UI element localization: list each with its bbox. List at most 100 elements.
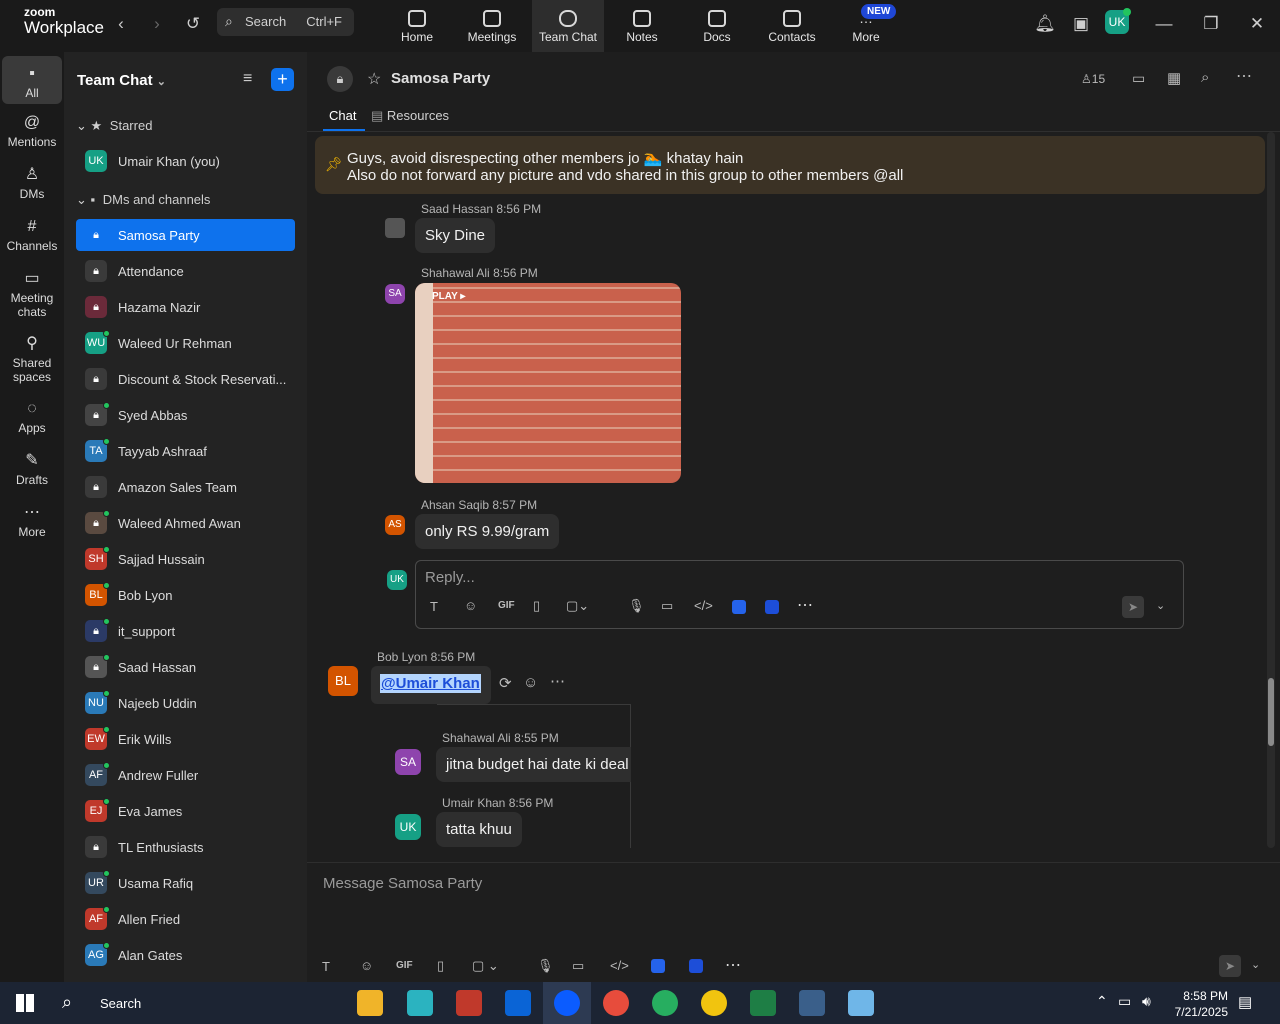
excel-icon[interactable] — [750, 990, 776, 1016]
sidebar-item[interactable]: BL Bob Lyon — [76, 579, 295, 611]
search-box[interactable]: ⌕ Search Ctrl+F — [217, 8, 354, 36]
more-dots-icon[interactable]: ⋯ — [550, 672, 565, 690]
rail-mentions[interactable]: @ Mentions — [2, 114, 62, 149]
file-icon[interactable]: ▯ — [437, 958, 444, 974]
outlook-icon[interactable] — [505, 990, 531, 1016]
members-button[interactable]: ♙15 — [1081, 72, 1105, 86]
sidebar-title[interactable]: Team Chat ⌄ — [77, 72, 166, 89]
sidebar-item[interactable]: TA Tayyab Ashraaf — [76, 435, 295, 467]
app-icon[interactable] — [732, 600, 746, 614]
close-icon[interactable]: ✕ — [1245, 12, 1269, 36]
video-message-icon[interactable]: ▭ — [661, 598, 673, 614]
gif-button[interactable]: GIF — [396, 960, 413, 971]
video-thumbnail[interactable]: PLAY ▸ — [415, 283, 681, 483]
nav-home[interactable]: Home — [381, 0, 453, 52]
chrome-icon[interactable] — [652, 990, 678, 1016]
sidebar-item[interactable]: 🔒︎ Samosa Party — [76, 219, 295, 251]
screenshot-icon[interactable]: ▢⌄ — [566, 598, 589, 614]
send-icon[interactable]: ➤ — [1122, 596, 1144, 618]
rail-all[interactable]: ▪ All — [2, 56, 62, 104]
channel-title[interactable]: Samosa Party — [391, 70, 490, 87]
zoom-icon[interactable] — [554, 990, 580, 1016]
gif-button[interactable]: GIF — [498, 600, 515, 611]
send-icon[interactable]: ➤ — [1219, 955, 1241, 977]
mention-link[interactable]: @Umair Khan — [380, 674, 481, 693]
chevron-down-icon[interactable]: ⌄ — [1251, 958, 1260, 971]
search-icon[interactable]: ⌕ — [1201, 69, 1209, 86]
add-reaction-icon[interactable]: ☺ — [523, 674, 538, 691]
sidebar-item[interactable]: SH Sajjad Hussain — [76, 543, 295, 575]
chrome-icon[interactable] — [701, 990, 727, 1016]
chevron-down-icon[interactable]: ⌄ — [1156, 599, 1165, 612]
sidebar-item[interactable]: 🔒︎ it_support — [76, 615, 295, 647]
sidebar-item[interactable]: EJ Eva James — [76, 795, 295, 827]
network-icon[interactable]: ▭ — [1118, 993, 1131, 1010]
rail-meeting-chats[interactable]: ▭ Meeting chats — [2, 270, 62, 319]
sidebar-item[interactable]: AF Andrew Fuller — [76, 759, 295, 791]
microphone-icon[interactable]: 🎙︎ — [628, 598, 645, 614]
dms-section-header[interactable]: ⌄ ▪ DMs and channels — [76, 192, 210, 208]
emoji-icon[interactable]: ☺ — [464, 598, 477, 613]
file-explorer-icon[interactable] — [357, 990, 383, 1016]
tab-chat[interactable]: Chat — [329, 108, 356, 123]
sidebar-item[interactable]: 🔒︎ TL Enthusiasts — [76, 831, 295, 863]
notification-icon[interactable]: ▤ — [1238, 993, 1252, 1011]
file-icon[interactable]: ▯ — [533, 598, 540, 614]
new-chat-button[interactable]: + — [271, 68, 294, 91]
history-icon[interactable]: ↺ — [181, 12, 205, 36]
sidebar-item[interactable]: AG Alan Gates — [76, 939, 295, 971]
sidebar-item[interactable]: AF Allen Fried — [76, 903, 295, 935]
sidebar-item[interactable]: EW Erik Wills — [76, 723, 295, 755]
code-icon[interactable]: </> — [610, 958, 629, 973]
screenshot-icon[interactable]: ▢ ⌄ — [472, 958, 499, 974]
more-dots-icon[interactable]: ⋯ — [1236, 66, 1252, 86]
sidebar-item[interactable]: 🔒︎ Saad Hassan — [76, 651, 295, 683]
video-message-icon[interactable]: ▭ — [572, 958, 584, 974]
calendar-icon[interactable]: ▦ — [1167, 69, 1181, 87]
sidebar-item[interactable]: 🔒︎ Amazon Sales Team — [76, 471, 295, 503]
tab-resources[interactable]: ▤ Resources — [371, 108, 449, 124]
restore-icon[interactable]: ❐ — [1199, 12, 1223, 36]
rail-dms[interactable]: ♙ DMs — [2, 166, 62, 201]
starred-section-header[interactable]: ⌄ ★ Starred — [76, 118, 152, 134]
video-call-icon[interactable]: ▭ — [1132, 70, 1145, 87]
app-icon[interactable] — [651, 959, 665, 973]
sidebar-item[interactable]: 🔒︎ Discount & Stock Reservati... — [76, 363, 295, 395]
more-dots-icon[interactable]: ⋯ — [725, 955, 741, 975]
bell-icon[interactable]: 🔔︎ — [1033, 12, 1057, 36]
volume-icon[interactable]: 🔊︎ — [1142, 993, 1151, 1010]
scrollbar-thumb[interactable] — [1268, 678, 1274, 746]
text-format-icon[interactable]: T — [322, 959, 330, 974]
sidebar-item[interactable]: 🔒︎ Hazama Nazir — [76, 291, 295, 323]
starred-item-umair-khan[interactable]: UK Umair Khan (you) — [76, 145, 295, 177]
code-icon[interactable]: </> — [694, 598, 713, 613]
more-dots-icon[interactable]: ⋯ — [797, 595, 813, 615]
rail-shared-spaces[interactable]: ⚲ Shared spaces — [2, 335, 62, 384]
reply-thread-icon[interactable]: ⟳ — [499, 674, 512, 692]
star-outline-icon[interactable]: ☆ — [367, 69, 381, 89]
sidebar-item[interactable]: 🔒︎ Waleed Ahmed Awan — [76, 507, 295, 539]
minimize-icon[interactable]: — — [1152, 12, 1176, 36]
taskbar-search[interactable]: Search — [100, 996, 141, 1011]
back-arrow-icon[interactable]: ‹ — [109, 12, 133, 36]
rail-drafts[interactable]: ✎ Drafts — [2, 452, 62, 487]
rail-channels[interactable]: # Channels — [2, 218, 62, 253]
nav-notes[interactable]: Notes — [606, 0, 678, 52]
pinned-message[interactable]: 📌︎ Guys, avoid disrespecting other membe… — [315, 136, 1265, 194]
reply-box[interactable]: Reply... T ☺ GIF ▯ ▢⌄ 🎙︎ ▭ </> ⋯ ➤ ⌄ — [415, 560, 1184, 629]
calculator-icon[interactable] — [799, 990, 825, 1016]
nav-contacts[interactable]: Contacts — [756, 0, 828, 52]
reply-input[interactable]: Reply... — [425, 569, 475, 586]
rail-apps[interactable]: ◌ Apps — [2, 400, 62, 435]
clock[interactable]: 8:58 PM 7/21/2025 — [1168, 988, 1228, 1020]
chrome-icon[interactable] — [603, 990, 629, 1016]
forward-arrow-icon[interactable]: › — [145, 12, 169, 36]
sidebar-item[interactable]: 🔒︎ Attendance — [76, 255, 295, 287]
chevron-up-icon[interactable]: ⌃ — [1096, 993, 1108, 1010]
rail-more[interactable]: ⋯ More — [2, 504, 62, 539]
app-icon[interactable] — [407, 990, 433, 1016]
filter-icon[interactable]: ≡ — [243, 70, 252, 88]
message-input[interactable]: Message Samosa Party — [323, 875, 482, 892]
app-icon[interactable] — [848, 990, 874, 1016]
app-icon[interactable] — [765, 600, 779, 614]
